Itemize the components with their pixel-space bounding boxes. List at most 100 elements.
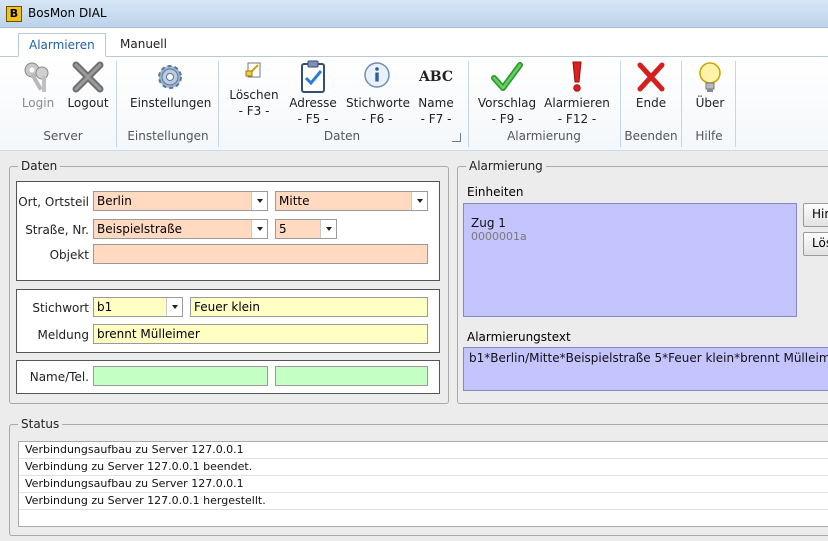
daten-dialog-launcher[interactable] — [452, 133, 461, 142]
chevron-down-icon[interactable] — [320, 220, 336, 238]
tab-alarmieren[interactable]: Alarmieren — [18, 33, 106, 57]
stichwort-label: Stichwort — [32, 301, 89, 315]
status-log[interactable]: Verbindungsaufbau zu Server 127.0.0.1 Ve… — [18, 441, 828, 527]
main-area: Daten Ort, Ortsteil Berlin Mitte Straße,… — [0, 151, 828, 541]
close-x-icon — [637, 62, 665, 92]
stichworte-label: Stichworte — [346, 96, 411, 110]
separator — [681, 61, 682, 147]
loeschen-label: Löschen — [229, 88, 279, 102]
alarmtext-value: b1*Berlin/Mitte*Beispielstraße 5*Feuer k… — [469, 351, 828, 365]
separator — [218, 61, 219, 147]
einheiten-list[interactable]: Zug 1 0000001a — [463, 203, 797, 317]
gear-icon — [158, 65, 182, 89]
status-line: Verbindung zu Server 127.0.0.1 beendet. — [19, 459, 828, 476]
loeschen-button[interactable]: Löschen - F3 - — [228, 59, 280, 119]
vorschlag-shortcut: - F9 - — [491, 112, 523, 126]
clear-page-icon — [245, 62, 261, 78]
alarmierung-legend: Alarmierung — [466, 159, 546, 173]
chevron-down-icon[interactable] — [251, 220, 267, 238]
objekt-input[interactable] — [93, 244, 428, 264]
chevron-down-icon[interactable] — [166, 298, 182, 316]
unit-code: 0000001a — [471, 230, 527, 243]
separator — [735, 61, 736, 147]
ribbon-groups: Login Logout Einstellungen Löschen - F3 … — [0, 57, 828, 150]
tab-manuell[interactable]: Manuell — [110, 33, 177, 57]
name-tel-label: Name/Tel. — [29, 370, 89, 384]
strasse-label: Straße, Nr. — [25, 223, 89, 237]
nr-combobox[interactable]: 5 — [275, 219, 337, 239]
status-line: Verbindung zu Server 127.0.0.1 hergestel… — [19, 493, 828, 510]
ende-label: Ende — [635, 96, 667, 110]
stichwort-combobox[interactable]: b1 — [93, 297, 183, 317]
alarmtext-label: Alarmierungstext — [467, 330, 571, 344]
tab-strip: Alarmieren Manuell — [0, 28, 828, 57]
meldung-label: Meldung — [37, 328, 89, 342]
chevron-down-icon[interactable] — [251, 192, 267, 210]
login-label: Login — [21, 96, 55, 110]
logout-label: Logout — [67, 96, 109, 110]
stichworte-button[interactable]: Stichworte - F6 - — [346, 59, 411, 127]
ueber-button[interactable]: Über — [690, 59, 730, 111]
einstellungen-button[interactable]: Einstellungen — [130, 59, 211, 111]
group-label-server: Server — [43, 129, 83, 143]
ort-combobox[interactable]: Berlin — [93, 191, 268, 211]
ueber-label: Über — [695, 96, 725, 110]
ortsteil-value: Mitte — [279, 194, 310, 208]
adresse-shortcut: - F5 - — [297, 112, 329, 126]
exclamation-icon — [572, 61, 582, 92]
status-line: Verbindungsaufbau zu Server 127.0.0.1 — [19, 476, 828, 493]
stichwort-text-input[interactable]: Feuer klein — [190, 297, 428, 317]
logout-x-icon — [72, 61, 104, 93]
clipboard-check-icon — [301, 60, 325, 93]
loeschen-shortcut: - F3 - — [238, 104, 270, 118]
name-label: Name — [418, 96, 454, 110]
hinzufuegen-button[interactable]: Hinzufügen — [803, 203, 828, 227]
daten-legend: Daten — [18, 159, 61, 173]
chevron-down-icon[interactable] — [411, 192, 427, 210]
adresse-label: Adresse — [289, 96, 337, 110]
adresse-button[interactable]: Adresse - F5 - — [288, 59, 338, 127]
alarmtext-box[interactable]: b1*Berlin/Mitte*Beispielstraße 5*Feuer k… — [463, 347, 828, 391]
stichwort-panel: Stichwort b1 Feuer klein Meldung brennt … — [16, 289, 440, 353]
group-label-beenden: Beenden — [624, 129, 678, 143]
vorschlag-button[interactable]: Vorschlag - F9 - — [476, 59, 538, 127]
strasse-combobox[interactable]: Beispielstraße — [93, 219, 268, 239]
separator — [468, 61, 469, 147]
einheit-loeschen-button[interactable]: Löschen — [803, 232, 828, 256]
separator — [620, 61, 621, 147]
meldung-input[interactable]: brennt Mülleimer — [93, 324, 428, 344]
tel-input[interactable] — [275, 366, 428, 386]
ort-label: Ort, Ortsteil — [18, 195, 89, 209]
name-panel: Name/Tel. — [16, 360, 440, 394]
daten-group: Daten Ort, Ortsteil Berlin Mitte Straße,… — [9, 159, 449, 404]
alarmieren-button[interactable]: Alarmieren - F12 - — [544, 59, 610, 127]
lightbulb-icon — [699, 62, 721, 92]
name-input[interactable] — [93, 366, 268, 386]
alarmierung-group: Alarmierung Einheiten Zug 1 0000001a Hin… — [457, 159, 828, 404]
separator — [116, 61, 117, 147]
group-label-einstellungen: Einstellungen — [127, 129, 209, 143]
unit-name[interactable]: Zug 1 — [471, 216, 506, 230]
alarmieren-shortcut: - F12 - — [557, 112, 597, 126]
ort-value: Berlin — [97, 194, 132, 208]
name-button[interactable]: ABC Name - F7 - — [414, 59, 458, 127]
group-label-hilfe: Hilfe — [695, 129, 723, 143]
ende-button[interactable]: Ende — [630, 59, 672, 111]
stichworte-shortcut: - F6 - — [361, 112, 393, 126]
info-icon — [364, 62, 390, 88]
login-button[interactable]: Login — [16, 59, 60, 111]
logout-button[interactable]: Logout — [66, 59, 110, 111]
app-icon: B — [6, 6, 22, 22]
abc-icon: ABC — [418, 69, 454, 85]
window-title: BosMon DIAL — [28, 6, 107, 20]
checkmark-icon — [491, 62, 523, 91]
status-group: Status Verbindungsaufbau zu Server 127.0… — [9, 417, 828, 536]
einheiten-label: Einheiten — [467, 185, 524, 199]
address-panel: Ort, Ortsteil Berlin Mitte Straße, Nr. B… — [16, 181, 440, 281]
ortsteil-combobox[interactable]: Mitte — [275, 191, 428, 211]
stichwort-value: b1 — [97, 300, 113, 314]
group-label-daten: Daten — [323, 129, 361, 143]
ribbon: Alarmieren Manuell Login Logout Einstell… — [0, 28, 828, 150]
alarmieren-label: Alarmieren — [544, 96, 610, 110]
nr-value: 5 — [279, 222, 287, 236]
